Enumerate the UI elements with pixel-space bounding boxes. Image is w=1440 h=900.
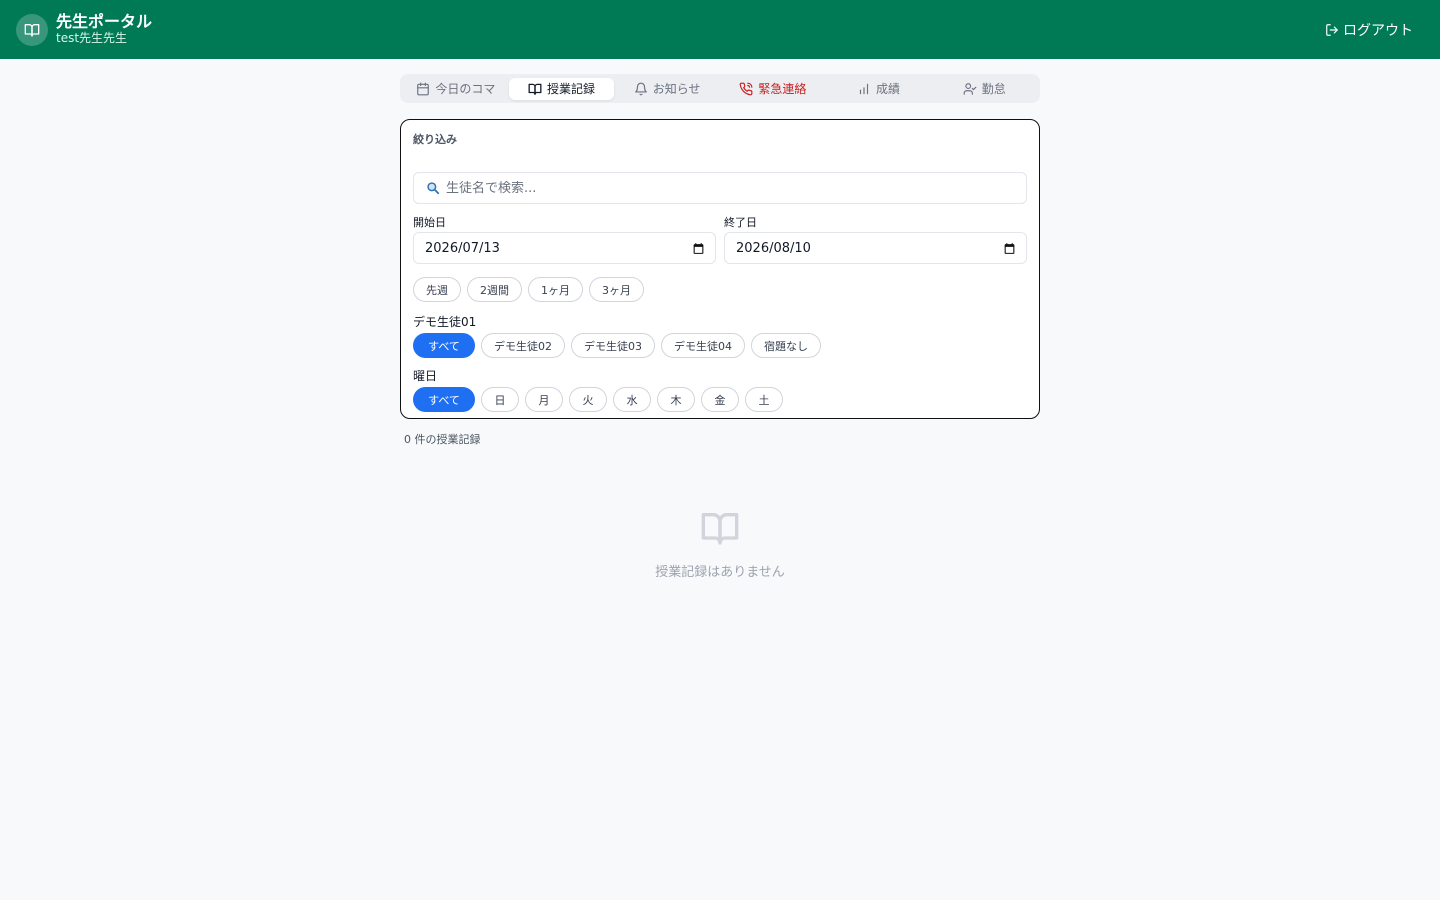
book-open-icon — [16, 13, 48, 46]
logout-label: ログアウト — [1343, 22, 1413, 39]
search-icon — [427, 182, 440, 195]
end-date-input[interactable]: 2026/08/10 — [724, 232, 1027, 264]
weekday-fri-chip[interactable]: 金 — [701, 387, 739, 412]
tab-grades[interactable]: 成績 — [826, 78, 932, 100]
tab-notices[interactable]: お知らせ — [614, 78, 720, 100]
result-count: 0 件の授業記録 — [404, 433, 481, 446]
tab-today[interactable]: 今日のコマ — [403, 78, 509, 100]
brand: 先生ポータル test先生先生 — [16, 11, 153, 46]
tab-attendance[interactable]: 勤怠 — [931, 78, 1037, 100]
weekday-thu-chip[interactable]: 木 — [657, 387, 695, 412]
weekday-all-chip[interactable]: すべて — [413, 387, 475, 412]
filter-title: 絞り込み — [413, 133, 457, 146]
empty-state: 授業記録はありません — [600, 508, 840, 580]
bar-chart-icon — [859, 83, 869, 94]
end-date-value: 2026/08/10 — [736, 240, 811, 256]
date-range: 開始日 2026/07/13 終了日 2026/08/10 — [413, 216, 1027, 264]
tab-label: お知らせ — [652, 82, 701, 96]
student-chips: すべて デモ生徒02 デモ生徒03 デモ生徒04 宿題なし — [413, 333, 1027, 358]
weekday-filter-label: 曜日 — [413, 369, 438, 383]
app-header: 先生ポータル test先生先生 ログアウト — [0, 0, 1440, 59]
user-check-icon — [963, 82, 977, 95]
no-homework-chip[interactable]: 宿題なし — [751, 333, 821, 358]
book-open-icon — [701, 513, 739, 545]
weekday-tue-chip[interactable]: 火 — [569, 387, 607, 412]
app-title: 先生ポータル — [56, 11, 153, 31]
range-last-week-chip[interactable]: 先週 — [413, 277, 461, 302]
weekday-chips: すべて 日 月 火 水 木 金 土 — [413, 387, 1027, 412]
start-date-value: 2026/07/13 — [425, 240, 500, 256]
student-chip[interactable]: デモ生徒04 — [661, 333, 745, 358]
calendar-icon — [417, 82, 430, 95]
start-date-label: 開始日 — [413, 216, 446, 229]
bell-icon — [634, 82, 647, 95]
weekday-sun-chip[interactable]: 日 — [481, 387, 519, 412]
range-3-months-chip[interactable]: 3ヶ月 — [589, 277, 644, 302]
student-all-chip[interactable]: すべて — [413, 333, 475, 358]
tab-lesson-records[interactable]: 授業記録 — [508, 77, 615, 100]
student-search-input[interactable] — [446, 180, 1026, 196]
start-date-input[interactable]: 2026/07/13 — [413, 232, 716, 264]
book-open-icon — [528, 83, 542, 95]
weekday-mon-chip[interactable]: 月 — [525, 387, 563, 412]
calendar-icon[interactable] — [692, 242, 705, 255]
tab-label: 成績 — [876, 82, 901, 96]
calendar-icon[interactable] — [1003, 242, 1016, 255]
student-chip[interactable]: デモ生徒03 — [571, 333, 655, 358]
student-chip[interactable]: デモ生徒02 — [481, 333, 565, 358]
student-filter: デモ生徒01 すべて デモ生徒02 デモ生徒03 デモ生徒04 宿題なし — [413, 315, 1027, 358]
range-2-weeks-chip[interactable]: 2週間 — [467, 277, 522, 302]
tab-label: 今日のコマ — [435, 82, 496, 96]
tab-label: 緊急連絡 — [758, 82, 807, 96]
weekday-filter: 曜日 すべて 日 月 火 水 木 金 土 — [413, 369, 1027, 412]
logout-button[interactable]: ログアウト — [1325, 20, 1413, 40]
tab-label: 授業記録 — [547, 82, 596, 96]
search-box — [413, 172, 1027, 204]
range-1-month-chip[interactable]: 1ヶ月 — [528, 277, 583, 302]
tab-label: 勤怠 — [981, 82, 1006, 96]
user-name: test先生先生 — [56, 31, 128, 46]
weekday-sat-chip[interactable]: 土 — [745, 387, 783, 412]
logout-icon — [1326, 23, 1338, 36]
empty-message: 授業記録はありません — [655, 565, 785, 580]
filter-panel: 絞り込み 開始日 2026/07/13 終了日 2026/08/10 — [400, 119, 1040, 419]
quick-range-chips: 先週 2週間 1ヶ月 3ヶ月 — [413, 277, 1027, 302]
tab-emergency[interactable]: 緊急連絡 — [720, 78, 826, 100]
phone-icon — [739, 82, 753, 95]
weekday-wed-chip[interactable]: 水 — [613, 387, 651, 412]
main-tabs: 今日のコマ 授業記録 お知らせ 緊急連絡 成績 勤怠 — [400, 74, 1040, 103]
end-date-label: 終了日 — [724, 216, 757, 229]
student-filter-label: デモ生徒01 — [413, 315, 477, 329]
